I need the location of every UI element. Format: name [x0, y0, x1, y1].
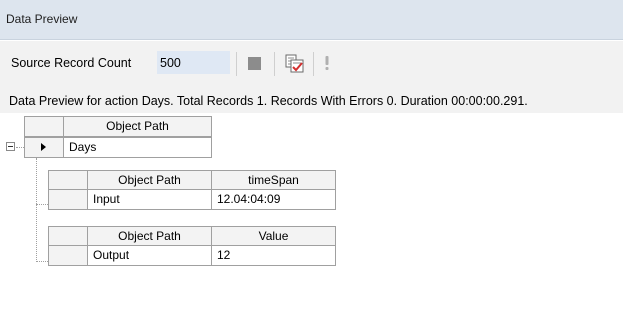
stop-icon: [248, 57, 261, 70]
input-row-selector[interactable]: [48, 189, 88, 210]
source-record-count-input[interactable]: [157, 51, 230, 74]
current-row-arrow-icon: [41, 143, 46, 151]
output-row-object-path[interactable]: Output: [87, 245, 212, 266]
panel-title: Data Preview: [6, 12, 78, 26]
output-row-value[interactable]: 12: [211, 245, 336, 266]
toolbar-separator: [313, 52, 314, 76]
stop-button[interactable]: [247, 56, 262, 71]
panel-titlebar: Data Preview: [0, 0, 623, 40]
input-row-timespan[interactable]: 12.04:04:09: [211, 189, 336, 210]
preview-check-icon: [285, 54, 304, 73]
toolbar-separator: [274, 52, 275, 76]
row-selector-days[interactable]: [24, 137, 64, 158]
output-table-corner: [48, 226, 88, 246]
tree-connector: [36, 204, 48, 205]
show-errors-button[interactable]: [322, 54, 332, 72]
output-row-selector[interactable]: [48, 245, 88, 266]
tree-connector: [16, 147, 24, 148]
corner-header-cell: [24, 116, 64, 137]
toolbar-separator: [236, 52, 237, 76]
collapse-toggle[interactable]: [6, 142, 15, 151]
input-row-object-path[interactable]: Input: [87, 189, 212, 210]
tree-connector: [36, 158, 37, 262]
column-header-object-path[interactable]: Object Path: [63, 116, 212, 137]
tree-connector: [36, 261, 48, 262]
preview-button[interactable]: [285, 52, 305, 74]
preview-summary: Data Preview for action Days. Total Reco…: [9, 94, 528, 108]
input-table-corner: [48, 170, 88, 190]
row-days-object-path[interactable]: Days: [63, 137, 212, 158]
input-header-object-path[interactable]: Object Path: [87, 170, 212, 190]
output-header-object-path[interactable]: Object Path: [87, 226, 212, 246]
input-header-timespan[interactable]: timeSpan: [211, 170, 336, 190]
exclamation-icon: [325, 56, 329, 70]
source-record-count-label: Source Record Count: [11, 56, 132, 70]
output-header-value[interactable]: Value: [211, 226, 336, 246]
